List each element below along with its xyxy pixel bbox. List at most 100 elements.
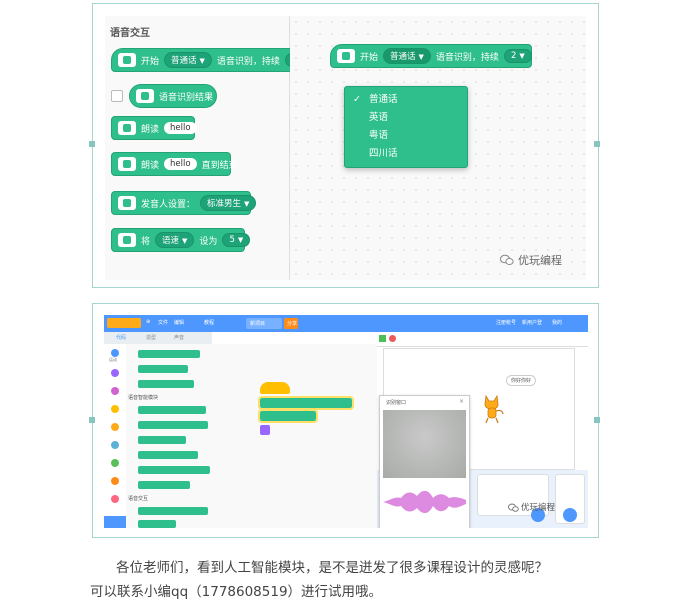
block-label: 将 <box>141 236 151 247</box>
block-label: 语音识别结果 <box>159 92 214 103</box>
block-label: 秒 <box>536 52 546 63</box>
green-flag-icon[interactable] <box>379 335 386 342</box>
language-dropdown[interactable]: 普通话 ▼ <box>164 52 212 68</box>
audio-waveform <box>383 490 466 514</box>
set-voice-block[interactable]: 发音人设置： 标准男生 ▼ <box>111 191 257 215</box>
block-label: 直到结束 <box>201 160 238 171</box>
checkmark-icon: ✓ <box>353 94 361 105</box>
duration-dropdown[interactable]: 2▼ <box>503 49 532 63</box>
block-palette: 语音交互 开始 普通话▼ 语音识别，持续 2▼ 语音识别结果 朗读 hello … <box>105 16 313 280</box>
category-variables[interactable] <box>111 477 119 485</box>
category-control[interactable] <box>111 423 119 431</box>
palette-block[interactable] <box>138 350 200 358</box>
category-motion[interactable] <box>111 349 119 357</box>
block-palette-small: 语音智能模块 语音交互 <box>126 344 213 528</box>
camera-preview <box>383 410 466 478</box>
language-dropdown[interactable]: 普通话 ▼ <box>383 48 431 64</box>
category-operators[interactable] <box>111 459 119 467</box>
globe-icon[interactable]: ⊕ <box>146 319 150 325</box>
menu-item-mandarin[interactable]: ✓ 普通话 <box>345 91 467 109</box>
voice-icon <box>118 121 136 135</box>
block-label: 开始 <box>141 56 160 67</box>
tab-costumes[interactable]: 造型 <box>146 334 156 341</box>
category-list: 运动 <box>104 344 127 528</box>
speech-bubble: 你好你好 <box>506 375 537 386</box>
speech-result-reporter[interactable]: 语音识别结果 <box>129 84 217 108</box>
block-label: 朗读 <box>141 124 160 135</box>
menu-edit[interactable]: 编辑 <box>174 319 184 326</box>
frame-handle <box>89 417 95 423</box>
menu-item-english[interactable]: 英语 <box>345 109 467 127</box>
block-label: 语音识别，持续 <box>216 56 280 67</box>
category-looks[interactable] <box>111 369 119 377</box>
palette-block[interactable] <box>138 520 176 528</box>
green-flag-hat-block[interactable] <box>260 382 290 394</box>
wechat-icon <box>508 503 519 512</box>
script-block[interactable] <box>258 409 318 423</box>
block-label: 朗读 <box>141 160 160 171</box>
category-events[interactable] <box>111 405 119 413</box>
menu-item-sichuanese[interactable]: 四川话 <box>345 145 467 163</box>
palette-block[interactable] <box>138 507 208 515</box>
palette-block[interactable] <box>138 466 210 474</box>
register-link[interactable]: 注册帐号 <box>496 319 516 326</box>
script-block[interactable] <box>258 396 354 410</box>
palette-block[interactable] <box>138 406 206 414</box>
speech-start-block[interactable]: 开始 普通话▼ 语音识别，持续 2▼ <box>111 48 313 72</box>
project-title-input[interactable]: 新项目 <box>246 318 282 329</box>
script-block-extension[interactable] <box>260 425 270 435</box>
set-speed-block[interactable]: 将 语速 ▼ 设为 5 ▼ <box>111 228 251 252</box>
speak-until-done-block[interactable]: 朗读 hello 直到结束 <box>111 152 238 176</box>
text-input[interactable]: hello <box>164 158 197 170</box>
palette-block[interactable] <box>138 365 188 373</box>
block-label: 发音人设置： <box>141 199 196 210</box>
voice-icon <box>118 157 136 171</box>
palette-block[interactable] <box>138 451 198 459</box>
voice-icon <box>118 233 136 247</box>
text-input[interactable]: hello <box>164 122 197 134</box>
palette-block[interactable] <box>138 380 194 388</box>
scratch-editor-screenshot: ⊕ 文件 编辑 教程 新项目 分享 注册帐号 新用户登 我的 代码 造型 声音 … <box>104 315 588 528</box>
section-title: 语音交互 <box>128 496 149 502</box>
category-sensing[interactable] <box>111 441 119 449</box>
code-workspace[interactable]: 开始 普通话 ▼ 语音识别，持续 2 ▼ 秒 ✓ 普通话 英语 粤语 四川话 优玩编程 <box>290 16 586 280</box>
close-icon[interactable]: × <box>459 398 464 405</box>
voice-icon <box>118 53 136 67</box>
menu-item-cantonese[interactable]: 粤语 <box>345 127 467 145</box>
login-link[interactable]: 新用户登 <box>522 319 542 326</box>
block-label: 语音识别，持续 <box>435 52 499 63</box>
category-label: 运动 <box>109 357 117 362</box>
block-label: 设为 <box>199 236 218 247</box>
property-dropdown[interactable]: 语速 ▼ <box>155 232 195 248</box>
menu-file[interactable]: 文件 <box>158 319 168 326</box>
block-label: 开始 <box>360 52 379 63</box>
add-backdrop-button[interactable] <box>563 508 577 522</box>
tab-sounds[interactable]: 声音 <box>174 334 184 341</box>
language-dropdown-menu: ✓ 普通话 英语 粤语 四川话 <box>344 86 468 168</box>
reporter-checkbox[interactable] <box>111 90 123 102</box>
watermark: 优玩编程 <box>500 252 562 268</box>
extension-button[interactable] <box>104 516 126 528</box>
editor-menu-bar: ⊕ 文件 编辑 教程 新项目 分享 注册帐号 新用户登 我的 <box>104 315 588 332</box>
code-area[interactable] <box>212 344 377 528</box>
caption-line-1: 各位老师们，看到人工智能模块，是不是迸发了很多课程设计的灵感呢？ <box>116 560 548 576</box>
palette-block[interactable] <box>138 481 190 489</box>
cat-sprite[interactable] <box>482 394 504 424</box>
category-sound[interactable] <box>111 387 119 395</box>
palette-block[interactable] <box>138 436 186 444</box>
share-button[interactable]: 分享 <box>284 318 298 329</box>
category-title: 语音交互 <box>110 28 150 39</box>
speak-block[interactable]: 朗读 hello <box>111 116 197 140</box>
my-link[interactable]: 我的 <box>552 319 562 326</box>
value-dropdown[interactable]: 5 ▼ <box>222 233 251 247</box>
app-logo <box>107 318 141 328</box>
palette-block[interactable] <box>138 421 208 429</box>
stop-icon[interactable] <box>389 335 396 342</box>
voice-icon <box>337 49 355 63</box>
workspace-speech-start-block[interactable]: 开始 普通话 ▼ 语音识别，持续 2 ▼ 秒 <box>330 44 546 68</box>
voice-dropdown[interactable]: 标准男生 ▼ <box>200 195 257 211</box>
section-title: 语音智能模块 <box>128 395 159 401</box>
tab-code[interactable]: 代码 <box>116 334 126 341</box>
category-ai[interactable] <box>111 495 119 503</box>
menu-tutorial[interactable]: 教程 <box>204 319 214 326</box>
